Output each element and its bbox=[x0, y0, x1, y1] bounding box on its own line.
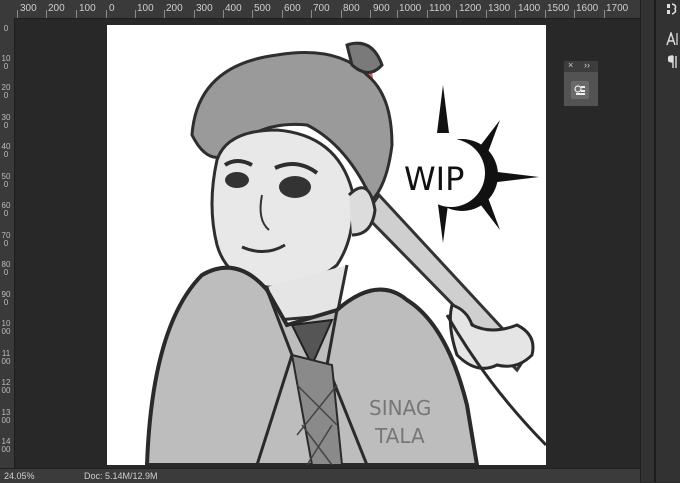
floating-panel[interactable]: × ›› bbox=[563, 60, 599, 107]
ruler-label: 500 bbox=[1, 172, 11, 189]
ruler-tick bbox=[370, 10, 371, 18]
ruler-label: 200 bbox=[1, 83, 11, 100]
ruler-tick bbox=[604, 10, 605, 18]
signature-line1: SINAG bbox=[369, 396, 431, 420]
ruler-label: 0 bbox=[3, 24, 9, 33]
ruler-tick bbox=[282, 10, 283, 18]
ruler-tick bbox=[456, 10, 457, 18]
ruler-tick bbox=[311, 10, 312, 18]
ruler-label: 1500 bbox=[547, 3, 570, 14]
layer-comps-icon bbox=[574, 85, 585, 95]
sketch-artwork: WIP SINAG TALA bbox=[144, 41, 546, 465]
ruler-label: 600 bbox=[284, 3, 301, 14]
ruler-tick bbox=[194, 10, 195, 18]
ruler-tick bbox=[135, 10, 136, 18]
ruler-label: 900 bbox=[1, 290, 11, 307]
ear bbox=[347, 186, 377, 237]
ruler-label: 300 bbox=[1, 113, 11, 130]
ruler-tick bbox=[397, 10, 398, 18]
ruler-tick bbox=[46, 10, 47, 18]
ruler-tick bbox=[486, 10, 487, 18]
doc-size[interactable]: Doc: 5.14M/12.9M bbox=[84, 469, 158, 483]
ruler-label: 100 bbox=[137, 3, 154, 14]
document-canvas[interactable]: WIP SINAG TALA bbox=[107, 25, 546, 465]
dock-divider bbox=[654, 0, 656, 482]
ruler-label: 800 bbox=[1, 260, 11, 277]
ruler-label: 400 bbox=[225, 3, 242, 14]
ruler-label: 300 bbox=[20, 3, 37, 14]
ruler-tick bbox=[223, 10, 224, 18]
ruler-tick bbox=[252, 10, 253, 18]
right-eye bbox=[279, 176, 311, 198]
ruler-label: 1400 bbox=[518, 3, 541, 14]
ruler-tick bbox=[545, 10, 546, 18]
ruler-tick bbox=[164, 10, 165, 18]
left-ruler[interactable]: 0 100 200 300 400 500 600 700 800 900 10… bbox=[0, 18, 15, 468]
ruler-tick bbox=[574, 10, 575, 18]
ruler-label: 500 bbox=[254, 3, 271, 14]
character-icon bbox=[667, 3, 677, 15]
ruler-label: 1000 bbox=[1, 319, 11, 336]
ruler-tick bbox=[427, 10, 428, 18]
sun-ray bbox=[437, 85, 449, 133]
ruler-label: 1600 bbox=[576, 3, 599, 14]
ruler-label: 400 bbox=[1, 142, 11, 159]
ruler-label: 800 bbox=[343, 3, 360, 14]
ruler-label: 1200 bbox=[1, 378, 11, 395]
ruler-label: 1300 bbox=[1, 408, 11, 425]
ruler-label: 1100 bbox=[429, 3, 451, 14]
ruler-tick bbox=[341, 10, 342, 18]
left-eye bbox=[225, 172, 249, 188]
hand bbox=[448, 303, 535, 370]
status-bar: 24.05% Doc: 5.14M/12.9M bbox=[0, 468, 640, 483]
close-icon[interactable]: × bbox=[568, 60, 573, 70]
ruler-label: 1000 bbox=[399, 3, 422, 14]
ruler-label: 0 bbox=[109, 3, 115, 14]
ruler-label: 1300 bbox=[488, 3, 511, 14]
ruler-label: 1400 bbox=[1, 437, 11, 454]
character-a-icon[interactable] bbox=[666, 30, 678, 49]
character-panel-icon[interactable] bbox=[666, 2, 678, 19]
face bbox=[210, 128, 355, 289]
ruler-tick bbox=[76, 10, 77, 18]
wip-text: WIP bbox=[404, 160, 464, 198]
signature-line2: TALA bbox=[374, 424, 425, 448]
ruler-tick bbox=[17, 10, 18, 18]
zoom-level[interactable]: 24.05% bbox=[4, 469, 35, 483]
ruler-label: 1200 bbox=[459, 3, 482, 14]
ruler-label: 100 bbox=[1, 54, 11, 71]
panel-header[interactable]: × ›› bbox=[564, 60, 598, 72]
ruler-label: 1700 bbox=[606, 3, 629, 14]
layer-comps-button[interactable] bbox=[571, 81, 589, 99]
top-ruler[interactable]: 300 200 100 0 100 200 300 400 500 600 70… bbox=[0, 0, 640, 19]
right-panel-dock bbox=[640, 0, 680, 482]
ruler-tick bbox=[515, 10, 516, 18]
ruler-label: 200 bbox=[166, 3, 183, 14]
ruler-label: 900 bbox=[373, 3, 390, 14]
ruler-label: 600 bbox=[1, 201, 11, 218]
ruler-label: 200 bbox=[48, 3, 65, 14]
ruler-label: 100 bbox=[79, 3, 96, 14]
ruler-tick bbox=[106, 10, 107, 18]
ruler-label: 700 bbox=[1, 231, 11, 248]
ruler-label: 1100 bbox=[1, 349, 11, 366]
ruler-label: 700 bbox=[313, 3, 330, 14]
paragraph-icon[interactable] bbox=[667, 55, 678, 72]
expand-icon[interactable]: ›› bbox=[584, 60, 590, 70]
ruler-label: 300 bbox=[196, 3, 213, 14]
